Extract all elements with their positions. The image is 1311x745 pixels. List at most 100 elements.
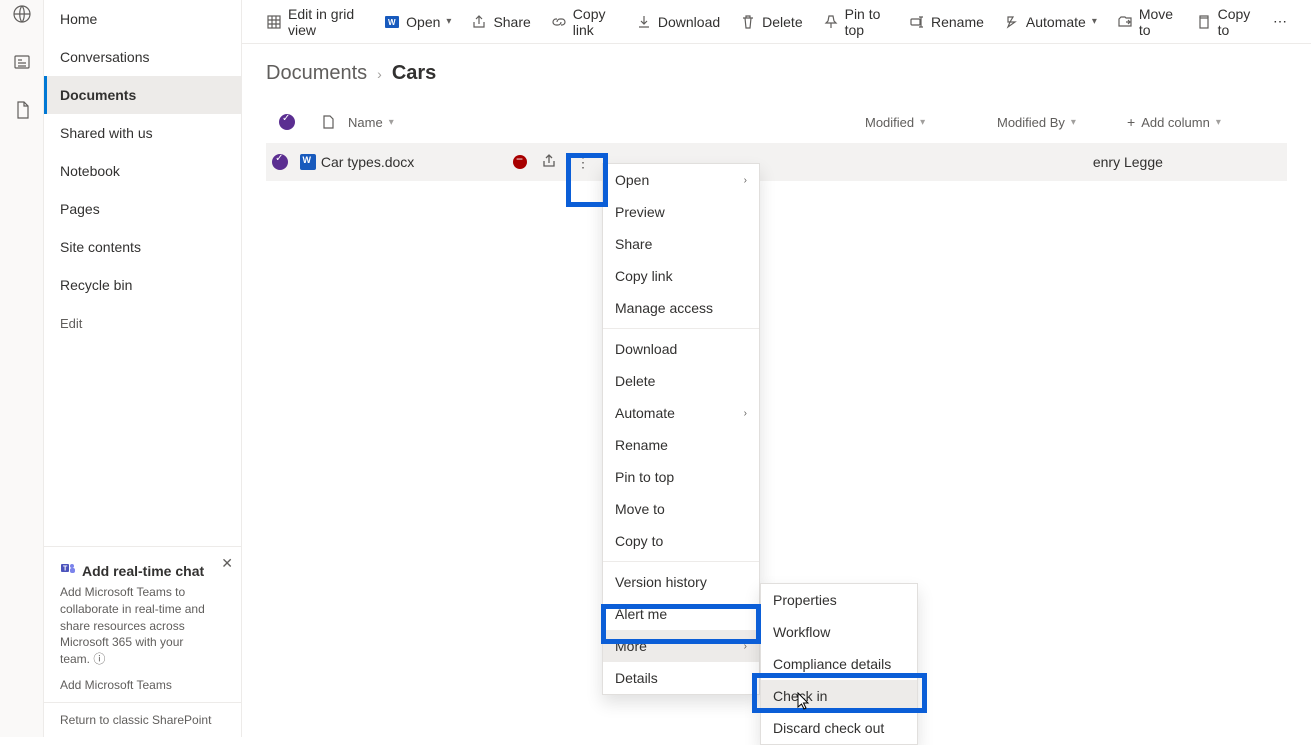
breadcrumb-current: Cars <box>392 62 436 85</box>
ctx-more[interactable]: More› <box>603 630 759 662</box>
col-name[interactable]: Name▾ <box>348 115 628 130</box>
chevron-right-icon: › <box>744 408 747 419</box>
cmd-open[interactable]: WOpen▾ <box>384 14 451 30</box>
row-select-toggle[interactable] <box>272 154 288 170</box>
cmd-pin[interactable]: Pin to top <box>823 6 889 38</box>
col-modified[interactable]: Modified▾ <box>865 115 997 130</box>
pin-icon <box>823 14 839 30</box>
ctx-details[interactable]: Details <box>603 662 759 694</box>
ctx-manage-access[interactable]: Manage access <box>603 292 759 324</box>
flow-icon <box>1004 14 1020 30</box>
link-icon <box>551 14 567 30</box>
ctx-copy-to[interactable]: Copy to <box>603 525 759 557</box>
cmd-delete[interactable]: Delete <box>740 14 802 30</box>
select-all-toggle[interactable] <box>279 114 295 130</box>
close-icon[interactable]: ✕ <box>221 555 233 572</box>
nav-shared[interactable]: Shared with us <box>44 114 241 152</box>
nav-documents[interactable]: Documents <box>44 76 241 114</box>
grid-header: Name▾ Modified▾ Modified By▾ +Add column… <box>266 101 1287 143</box>
sub-workflow[interactable]: Workflow <box>761 616 917 648</box>
breadcrumb-parent[interactable]: Documents <box>266 62 367 85</box>
nav-label: Shared with us <box>60 125 153 141</box>
nav-label: Conversations <box>60 49 150 65</box>
teams-icon: T <box>60 561 76 580</box>
nav-notebook[interactable]: Notebook <box>44 152 241 190</box>
classic-link[interactable]: Return to classic SharePoint <box>44 702 241 737</box>
chevron-down-icon: ▾ <box>446 16 451 27</box>
globe-icon[interactable] <box>12 4 32 24</box>
menu-separator <box>603 561 759 562</box>
file-row[interactable]: Car types.docx enry Legge ⋮ <box>266 143 1287 181</box>
chevron-down-icon: ▾ <box>1216 117 1221 128</box>
page-icon[interactable] <box>12 100 32 120</box>
col-modified-by[interactable]: Modified By▾ <box>997 115 1127 130</box>
modified-by-value: enry Legge <box>1093 154 1163 170</box>
ctx-pin[interactable]: Pin to top <box>603 461 759 493</box>
rename-icon <box>909 14 925 30</box>
nav-pages[interactable]: Pages <box>44 190 241 228</box>
svg-text:T: T <box>63 566 68 573</box>
add-teams-link[interactable]: Add Microsoft Teams <box>60 678 172 692</box>
ctx-version-history[interactable]: Version history <box>603 566 759 598</box>
info-icon[interactable]: ⓘ <box>93 652 105 666</box>
chevron-right-icon: › <box>744 641 747 652</box>
ctx-delete[interactable]: Delete <box>603 365 759 397</box>
share-icon <box>471 14 487 30</box>
col-add[interactable]: +Add column▾ <box>1127 114 1287 130</box>
ctx-alert-me[interactable]: Alert me <box>603 598 759 630</box>
nav-label: Pages <box>60 201 100 217</box>
download-icon <box>636 14 652 30</box>
ctx-share[interactable]: Share <box>603 228 759 260</box>
chevron-down-icon: ▾ <box>1092 16 1097 27</box>
nav-conversations[interactable]: Conversations <box>44 38 241 76</box>
chevron-down-icon: ▾ <box>1071 117 1076 128</box>
chevron-down-icon: ▾ <box>920 117 925 128</box>
trash-icon <box>740 14 756 30</box>
ctx-download[interactable]: Download <box>603 333 759 365</box>
nav-label: Home <box>60 11 97 27</box>
news-icon[interactable] <box>12 52 32 72</box>
promo-title: T Add real-time chat <box>60 561 225 580</box>
word-file-icon <box>300 154 316 170</box>
checked-out-icon <box>513 155 527 169</box>
ctx-move[interactable]: Move to <box>603 493 759 525</box>
context-menu: Open› Preview Share Copy link Manage acc… <box>602 163 760 695</box>
move-icon <box>1117 14 1133 30</box>
cmd-copy-link[interactable]: Copy link <box>551 6 616 38</box>
nav-recycle[interactable]: Recycle bin <box>44 266 241 304</box>
cmd-automate[interactable]: Automate▾ <box>1004 14 1097 30</box>
ctx-rename[interactable]: Rename <box>603 429 759 461</box>
nav-label: Edit <box>60 316 82 331</box>
cmd-move[interactable]: Move to <box>1117 6 1176 38</box>
ctx-preview[interactable]: Preview <box>603 196 759 228</box>
share-row-icon[interactable] <box>541 153 557 172</box>
sub-discard[interactable]: Discard check out <box>761 712 917 744</box>
word-icon: W <box>384 14 400 30</box>
nav-label: Notebook <box>60 163 120 179</box>
cmd-copy-to[interactable]: Copy to <box>1196 6 1253 38</box>
breadcrumb: Documents › Cars <box>242 44 1311 101</box>
copy-icon <box>1196 14 1212 30</box>
promo-body: Add Microsoft Teams to collaborate in re… <box>60 584 225 668</box>
app-rail <box>0 0 44 737</box>
svg-text:W: W <box>388 18 396 27</box>
cmd-edit-grid[interactable]: Edit in grid view <box>266 6 364 38</box>
ellipsis-icon: ⋯ <box>1273 13 1287 30</box>
cmd-overflow[interactable]: ⋯ <box>1273 13 1287 30</box>
ctx-copy-link[interactable]: Copy link <box>603 260 759 292</box>
chevron-right-icon: › <box>377 66 382 82</box>
ctx-open[interactable]: Open› <box>603 164 759 196</box>
sub-compliance[interactable]: Compliance details <box>761 648 917 680</box>
nav-edit[interactable]: Edit <box>44 304 241 342</box>
ctx-automate[interactable]: Automate› <box>603 397 759 429</box>
nav-home[interactable]: Home <box>44 0 241 38</box>
chevron-right-icon: › <box>744 175 747 186</box>
sub-properties[interactable]: Properties <box>761 584 917 616</box>
cmd-share[interactable]: Share <box>471 14 530 30</box>
row-more-button[interactable]: ⋮ <box>571 150 595 174</box>
nav-site-contents[interactable]: Site contents <box>44 228 241 266</box>
file-name[interactable]: Car types.docx <box>321 154 414 170</box>
cmd-rename[interactable]: Rename <box>909 14 984 30</box>
sub-check-in[interactable]: Check in <box>761 680 917 712</box>
cmd-download[interactable]: Download <box>636 14 720 30</box>
